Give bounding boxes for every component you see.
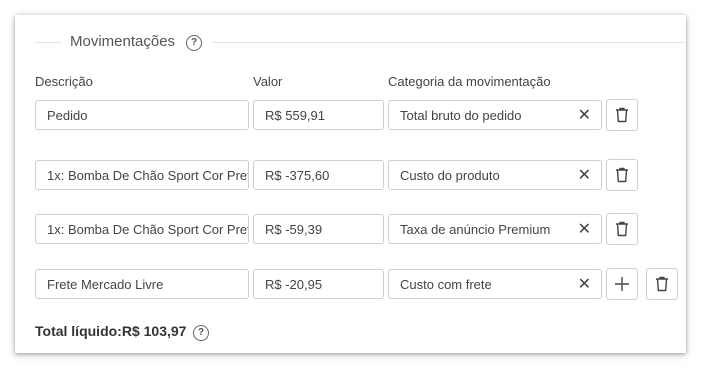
descricao-input[interactable]: Frete Mercado Livre bbox=[35, 269, 249, 299]
clear-icon[interactable]: ✕ bbox=[578, 215, 591, 243]
categoria-select[interactable]: Taxa de anúncio Premium ✕ bbox=[388, 214, 602, 244]
trash-icon bbox=[616, 167, 628, 183]
trash-icon bbox=[616, 107, 628, 123]
clear-icon[interactable]: ✕ bbox=[578, 270, 591, 298]
valor-input[interactable]: R$ -59,39 bbox=[253, 214, 384, 244]
descricao-input[interactable]: Pedido bbox=[35, 100, 249, 130]
valor-input[interactable]: R$ 559,91 bbox=[253, 100, 384, 130]
valor-input[interactable]: R$ -20,95 bbox=[253, 269, 384, 299]
delete-button[interactable] bbox=[606, 159, 638, 191]
fieldset-border-left bbox=[35, 42, 62, 43]
trash-icon bbox=[656, 276, 668, 292]
plus-icon bbox=[615, 277, 629, 291]
delete-button[interactable] bbox=[606, 99, 638, 131]
trash-icon bbox=[616, 221, 628, 237]
delete-button[interactable] bbox=[646, 268, 678, 300]
column-header-descricao: Descrição bbox=[35, 74, 93, 89]
column-header-valor: Valor bbox=[253, 74, 283, 89]
categoria-select[interactable]: Custo com frete ✕ bbox=[388, 269, 602, 299]
section-title: Movimentações bbox=[70, 33, 176, 50]
descricao-input[interactable]: 1x: Bomba De Chão Sport Cor Preto bbox=[35, 214, 249, 244]
categoria-value: Custo com frete bbox=[400, 277, 492, 292]
fieldset-border-right bbox=[212, 42, 686, 43]
categoria-value: Custo do produto bbox=[400, 168, 500, 183]
delete-button[interactable] bbox=[606, 213, 638, 245]
movimentacoes-card: Movimentações ? Descrição Valor Categori… bbox=[15, 15, 686, 353]
clear-icon[interactable]: ✕ bbox=[578, 101, 591, 129]
total-liquido: Total líquido:R$ 103,97 bbox=[35, 323, 186, 339]
total-value: R$ 103,97 bbox=[121, 323, 187, 339]
column-header-categoria: Categoria da movimentação bbox=[388, 74, 551, 89]
categoria-select[interactable]: Total bruto do pedido ✕ bbox=[388, 100, 602, 130]
descricao-input[interactable]: 1x: Bomba De Chão Sport Cor Preto bbox=[35, 160, 249, 190]
valor-input[interactable]: R$ -375,60 bbox=[253, 160, 384, 190]
categoria-value: Total bruto do pedido bbox=[400, 108, 522, 123]
help-icon[interactable]: ? bbox=[186, 35, 202, 51]
total-label: Total líquido: bbox=[35, 323, 122, 339]
add-button[interactable] bbox=[606, 268, 638, 300]
categoria-value: Taxa de anúncio Premium bbox=[400, 222, 551, 237]
help-icon[interactable]: ? bbox=[193, 325, 209, 341]
clear-icon[interactable]: ✕ bbox=[578, 161, 591, 189]
categoria-select[interactable]: Custo do produto ✕ bbox=[388, 160, 602, 190]
